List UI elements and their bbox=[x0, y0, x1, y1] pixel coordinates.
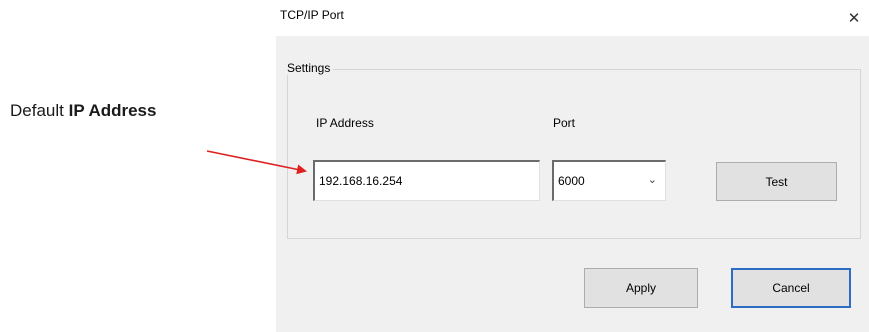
annotation-bold: IP Address bbox=[68, 101, 157, 120]
port-value: 6000 bbox=[558, 174, 585, 188]
ip-address-input[interactable]: 192.168.16.254 bbox=[313, 160, 540, 201]
test-button[interactable]: Test bbox=[716, 162, 837, 201]
port-select[interactable]: 6000 ⌄ bbox=[552, 160, 666, 201]
port-label: Port bbox=[553, 116, 576, 130]
dialog-title: TCP/IP Port bbox=[280, 8, 344, 22]
settings-group-label: Settings bbox=[284, 61, 334, 75]
settings-groupbox bbox=[287, 69, 861, 239]
ip-address-label: IP Address bbox=[316, 116, 374, 130]
annotation-prefix: Default bbox=[10, 101, 69, 120]
annotation-label: Default IP Address bbox=[10, 101, 156, 121]
title-bar: TCP/IP Port ✕ bbox=[276, 0, 869, 36]
chevron-down-icon: ⌄ bbox=[647, 174, 657, 186]
apply-button[interactable]: Apply bbox=[584, 268, 698, 308]
cancel-button[interactable]: Cancel bbox=[731, 268, 851, 308]
close-icon[interactable]: ✕ bbox=[839, 0, 869, 36]
tcpip-port-dialog: TCP/IP Port ✕ Settings IP Address Port 1… bbox=[276, 0, 869, 332]
